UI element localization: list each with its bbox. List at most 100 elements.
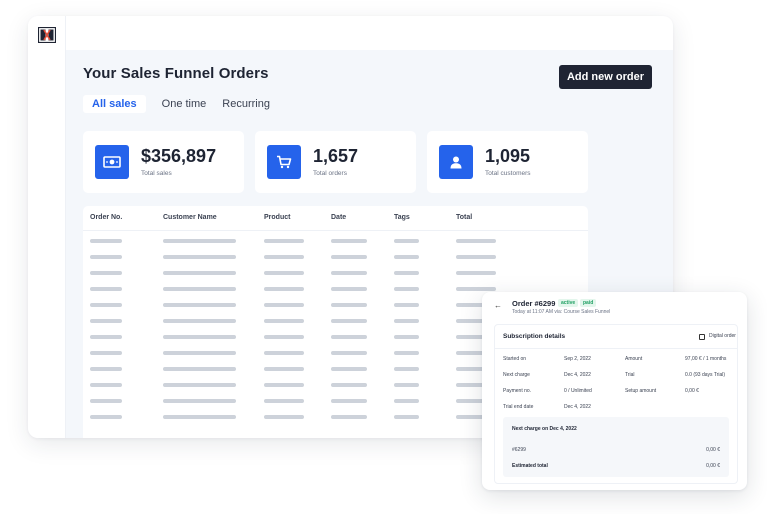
placeholder-bar	[90, 271, 122, 275]
total-orders-value: 1,657	[313, 146, 359, 166]
placeholder-bar	[456, 239, 496, 243]
placeholder-bar	[90, 383, 122, 387]
placeholder-bar	[90, 255, 122, 259]
placeholder-bar	[264, 287, 304, 291]
order-tabs: All sales One time Recurring	[83, 94, 286, 114]
placeholder-bar	[394, 287, 419, 291]
placeholder-bar	[90, 367, 122, 371]
tab-one-time[interactable]: One time	[162, 95, 207, 113]
total-sales-label: Total sales	[141, 170, 172, 177]
stage: Your Sales Funnel Orders Add new order A…	[0, 0, 767, 514]
field-label: Setup amount	[625, 388, 657, 394]
user-icon	[439, 145, 473, 179]
placeholder-bar	[331, 335, 367, 339]
placeholder-bar	[331, 319, 367, 323]
field-value: 97,00 € / 1 months	[685, 356, 727, 362]
page-title: Your Sales Funnel Orders	[83, 65, 269, 82]
order-detail-card: ← Order #6299 active paid Today at 11:07…	[482, 292, 747, 490]
estimated-total-label: Estimated total	[512, 463, 548, 469]
placeholder-bar	[394, 239, 419, 243]
placeholder-bar	[394, 255, 419, 259]
stat-total-sales: $356,897 Total sales	[83, 131, 244, 193]
field-value: Sep 2, 2022	[564, 356, 591, 362]
placeholder-bar	[264, 351, 304, 355]
placeholder-bar	[264, 383, 304, 387]
placeholder-bar	[264, 239, 304, 243]
placeholder-bar	[394, 303, 419, 307]
subscription-panel: Subscription details Digital order Start…	[494, 324, 738, 484]
stat-total-customers: 1,095 Total customers	[427, 131, 588, 193]
placeholder-bar	[90, 319, 122, 323]
placeholder-bar	[90, 239, 122, 243]
field-label: Trial end date	[503, 404, 534, 410]
tab-recurring[interactable]: Recurring	[222, 95, 270, 113]
placeholder-bar	[394, 335, 419, 339]
placeholder-bar	[264, 335, 304, 339]
subscription-panel-header: Subscription details Digital order	[495, 325, 737, 349]
placeholder-bar	[456, 287, 496, 291]
placeholder-bar	[264, 271, 304, 275]
placeholder-bar	[163, 271, 236, 275]
placeholder-bar	[331, 399, 367, 403]
placeholder-bar	[163, 399, 236, 403]
placeholder-bar	[394, 351, 419, 355]
status-badge-paid: paid	[580, 299, 597, 307]
placeholder-bar	[163, 303, 236, 307]
placeholder-bar	[163, 239, 236, 243]
total-customers-value: 1,095	[485, 146, 531, 166]
stat-total-orders: 1,657 Total orders	[255, 131, 416, 193]
placeholder-bar	[331, 271, 367, 275]
column-header-tags[interactable]: Tags	[394, 214, 410, 221]
placeholder-bar	[90, 303, 122, 307]
placeholder-bar	[163, 319, 236, 323]
digital-order-label: Digital order	[709, 333, 736, 339]
clickfunnels-logo-icon[interactable]	[38, 27, 56, 43]
order-subtitle: Today at 11:07 AM via: Course Sales Funn…	[512, 309, 611, 315]
digital-order-checkbox[interactable]	[699, 334, 705, 340]
tab-all-sales[interactable]: All sales	[83, 95, 146, 113]
placeholder-bar	[163, 351, 236, 355]
field-value: Dec 4, 2022	[564, 404, 591, 410]
next-charge-item-value: 0,00 €	[706, 447, 720, 453]
placeholder-bar	[90, 335, 122, 339]
column-header-product[interactable]: Product	[264, 214, 290, 221]
column-header-total[interactable]: Total	[456, 214, 472, 221]
placeholder-bar	[264, 303, 304, 307]
placeholder-bar	[90, 399, 122, 403]
back-arrow-icon[interactable]: ←	[494, 301, 502, 310]
total-sales-value: $356,897	[141, 146, 217, 166]
column-header-customer-name[interactable]: Customer Name	[163, 214, 217, 221]
column-header-date[interactable]: Date	[331, 214, 346, 221]
placeholder-bar	[394, 415, 419, 419]
table-header-divider	[83, 230, 588, 231]
cart-icon	[267, 145, 301, 179]
placeholder-bar	[331, 367, 367, 371]
placeholder-bar	[456, 255, 496, 259]
placeholder-bar	[264, 415, 304, 419]
status-badge-active: active	[558, 299, 579, 307]
placeholder-bar	[163, 415, 236, 419]
placeholder-bar	[264, 319, 304, 323]
placeholder-bar	[331, 255, 367, 259]
placeholder-bar	[90, 351, 122, 355]
field-value: 0,00 €	[685, 388, 699, 394]
next-charge-heading: Next charge on Dec 4, 2022	[512, 426, 577, 432]
subscription-details-title: Subscription details	[503, 333, 566, 340]
placeholder-bar	[394, 383, 419, 387]
field-value: Dec 4, 2022	[564, 372, 591, 378]
order-title: Order #6299	[512, 299, 556, 308]
placeholder-bar	[163, 335, 236, 339]
field-label: Payment no.	[503, 388, 532, 394]
placeholder-bar	[264, 367, 304, 371]
placeholder-bar	[90, 415, 122, 419]
next-charge-box: Next charge on Dec 4, 2022 #6299 0,00 € …	[503, 417, 729, 477]
money-icon	[95, 145, 129, 179]
placeholder-bar	[331, 351, 367, 355]
total-orders-label: Total orders	[313, 170, 347, 177]
placeholder-bar	[394, 399, 419, 403]
field-label: Trial	[625, 372, 635, 378]
add-new-order-button[interactable]: Add new order	[559, 65, 652, 89]
next-charge-item-label: #6299	[512, 447, 526, 453]
column-header-order-no[interactable]: Order No.	[90, 214, 122, 221]
placeholder-bar	[331, 287, 367, 291]
